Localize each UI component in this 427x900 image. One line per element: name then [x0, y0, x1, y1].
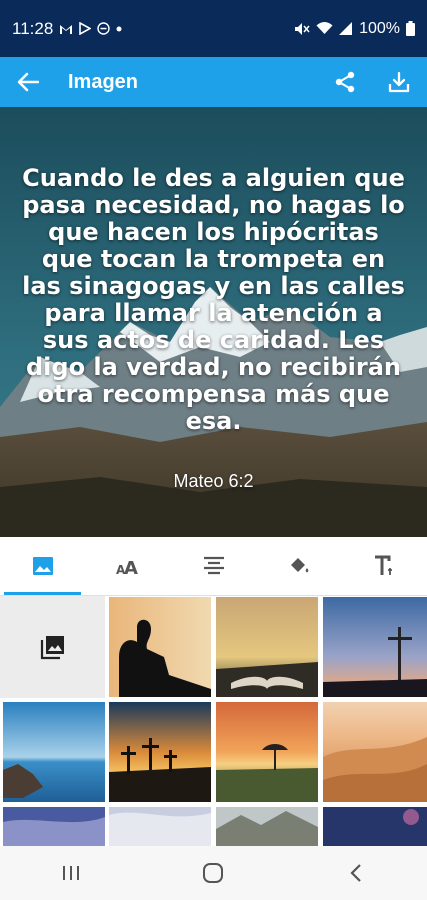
back-button[interactable]: [8, 62, 48, 102]
gallery-item[interactable]: [3, 807, 105, 846]
gallery-item[interactable]: [216, 807, 318, 846]
app-bar: Imagen: [0, 57, 427, 107]
editor-tabs: AA: [0, 537, 427, 596]
gallery-item[interactable]: [3, 702, 105, 802]
download-icon: [388, 71, 410, 93]
arrow-back-icon: [17, 72, 39, 92]
back-chevron-icon: [350, 864, 361, 882]
status-bar: 11:28 100%: [0, 0, 427, 57]
tab-text-format[interactable]: [342, 537, 427, 595]
signal-icon: [339, 22, 353, 35]
share-button[interactable]: [325, 62, 365, 102]
gallery-item[interactable]: [216, 597, 318, 697]
recent-apps-icon: [63, 866, 80, 880]
recent-apps-button[interactable]: [41, 853, 101, 893]
tab-fill-color[interactable]: [256, 537, 341, 595]
text-format-icon: [375, 555, 393, 575]
align-center-icon: [203, 556, 224, 575]
image-icon: [32, 557, 53, 575]
notification-dot-icon: [116, 26, 122, 32]
battery-percent: 100%: [359, 19, 400, 37]
verse-reference: Mateo 6:2: [173, 471, 254, 491]
home-icon: [203, 863, 224, 883]
status-time: 11:28: [12, 18, 54, 38]
gallery-item[interactable]: [109, 597, 211, 697]
verse-text: Cuando le des a alguien que pasa necesid…: [22, 164, 405, 435]
mute-icon: [294, 22, 310, 36]
gallery-item[interactable]: [323, 702, 427, 802]
photo-library-icon: [40, 636, 64, 660]
tab-text-align[interactable]: [171, 537, 256, 595]
svg-text:A: A: [124, 558, 138, 577]
fill-color-icon: [290, 558, 309, 573]
wifi-icon: [316, 22, 333, 35]
background-gallery: [0, 596, 427, 846]
gallery-item[interactable]: [216, 702, 318, 802]
battery-icon: [406, 21, 415, 36]
font-size-icon: AA: [116, 558, 138, 577]
verse-image-preview: Cuando le des a alguien que pasa necesid…: [0, 107, 427, 537]
gallery-item[interactable]: [323, 597, 427, 697]
dnd-icon: [97, 22, 110, 35]
share-icon: [335, 71, 355, 93]
tab-background-image[interactable]: [0, 537, 85, 595]
gallery-item[interactable]: [323, 807, 427, 846]
download-button[interactable]: [379, 62, 419, 102]
page-title: Imagen: [68, 70, 139, 93]
play-store-icon: [79, 22, 92, 35]
tab-font-size[interactable]: AA: [85, 537, 170, 595]
gallery-item[interactable]: [109, 702, 211, 802]
system-navigation-bar: [0, 846, 427, 900]
gallery-item[interactable]: [109, 807, 211, 846]
gallery-picker-button[interactable]: [0, 596, 105, 698]
back-nav-button[interactable]: [326, 853, 386, 893]
home-button[interactable]: [183, 853, 243, 893]
gmail-icon: [59, 23, 73, 35]
